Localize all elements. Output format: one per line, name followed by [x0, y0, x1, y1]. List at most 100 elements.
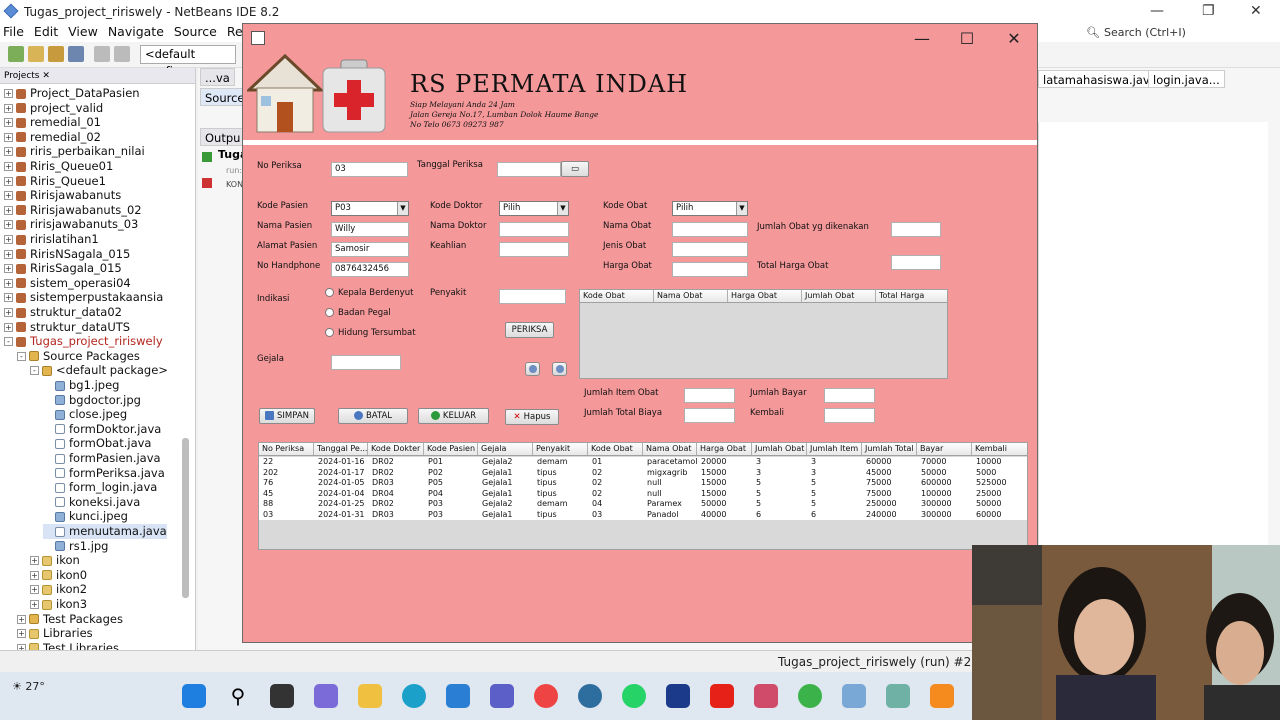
column-header[interactable]: Kembali	[972, 443, 1027, 455]
file-explorer-icon[interactable]	[358, 684, 382, 708]
nama-dokter-field[interactable]	[499, 222, 569, 237]
menu-edit[interactable]: Edit	[34, 24, 58, 42]
close-icon[interactable]: ✕	[1250, 3, 1262, 19]
expand-icon[interactable]: +	[4, 278, 13, 288]
menu-view[interactable]: View	[68, 24, 98, 42]
tree-item[interactable]: + Riris_Queue1	[4, 174, 106, 189]
tree-item[interactable]: + Riris_Queue01	[4, 159, 113, 174]
tree-item[interactable]: kunci.jpeg	[43, 509, 128, 524]
tree-item[interactable]: + Test Packages	[17, 612, 123, 627]
jumlah-item-obat-field[interactable]	[684, 388, 735, 403]
tree-item[interactable]: formDoktor.java	[43, 422, 161, 437]
chat-icon[interactable]	[314, 684, 338, 708]
tree-item[interactable]: + ririslatihan1	[4, 232, 99, 247]
jumlah-obat-field[interactable]	[891, 222, 941, 237]
expand-icon[interactable]: +	[4, 293, 13, 303]
kode-obat-select[interactable]: Pilih ▼	[672, 201, 748, 216]
chrome-icon[interactable]	[534, 684, 558, 708]
tab-login[interactable]: login.java...	[1148, 70, 1225, 88]
save-all-icon[interactable]	[68, 46, 84, 62]
edge-icon[interactable]	[402, 684, 426, 708]
expand-icon[interactable]: +	[17, 614, 26, 624]
batal-button[interactable]: BATAL	[338, 408, 408, 424]
app-minimize-icon[interactable]: —	[907, 29, 937, 48]
expand-icon[interactable]: +	[4, 308, 13, 317]
expand-icon[interactable]: +	[4, 103, 13, 113]
tree-item[interactable]: + struktur_dataUTS	[4, 320, 130, 335]
start-icon[interactable]	[182, 684, 206, 708]
expand-icon[interactable]: +	[30, 556, 39, 566]
new-file-icon[interactable]	[28, 46, 44, 62]
undo-icon[interactable]	[94, 46, 110, 62]
tree-item[interactable]: + RirisSagala_015	[4, 261, 122, 276]
app-close-icon[interactable]: ✕	[999, 29, 1029, 48]
tree-item[interactable]: + sistem_operasi04	[4, 276, 131, 291]
remove-item-button[interactable]	[552, 362, 567, 376]
expand-icon[interactable]: +	[4, 249, 13, 259]
table-row[interactable]: 202 2024-01-17 DR02 P02 Gejala1 tipus 02 migxag…	[259, 468, 1027, 479]
tanggal-periksa-field[interactable]	[497, 162, 561, 177]
harga-obat-field[interactable]	[672, 262, 748, 277]
column-header[interactable]: Harga Obat	[697, 443, 752, 455]
expand-icon[interactable]: +	[4, 147, 13, 157]
expand-icon[interactable]: +	[4, 322, 13, 332]
youtube-icon[interactable]	[710, 684, 734, 708]
jumlah-bayar-field[interactable]	[824, 388, 875, 403]
column-header[interactable]: Jumlah Item	[807, 443, 862, 455]
expand-icon[interactable]: +	[4, 89, 13, 98]
expand-icon[interactable]: +	[30, 585, 39, 595]
loader-icon[interactable]	[798, 684, 822, 708]
simpan-button[interactable]: SIMPAN	[259, 408, 315, 424]
expand-icon[interactable]: +	[4, 118, 13, 128]
kembali-field[interactable]	[824, 408, 875, 423]
whatsapp-icon[interactable]	[622, 684, 646, 708]
table-row[interactable]: 22 2024-01-16 DR02 P01 Gejala2 demam 01 paracet…	[259, 457, 1027, 468]
table-row[interactable]: 88 2024-01-25 DR02 P03 Gejala2 demam 04 Paramex…	[259, 499, 1027, 510]
column-header[interactable]: Total Harga	[876, 290, 947, 302]
expand-icon[interactable]: +	[4, 176, 13, 186]
tree-item[interactable]: close.jpeg	[43, 407, 127, 422]
tree-item[interactable]: + project_valid	[4, 101, 103, 116]
column-header[interactable]: Kode Pasien	[424, 443, 478, 455]
tab-datamahasiswa[interactable]: latamahasiswa.java	[1038, 70, 1162, 88]
expand-icon[interactable]: +	[4, 132, 13, 142]
collapse-icon[interactable]: -	[17, 351, 26, 361]
alamat-pasien-field[interactable]: Samosir	[331, 242, 409, 257]
table-row[interactable]: 45 2024-01-04 DR04 P04 Gejala1 tipus 02 null 150…	[259, 489, 1027, 500]
config-select[interactable]: <default confi...	[140, 45, 236, 78]
date-picker-button[interactable]: ▭	[561, 161, 589, 177]
column-header[interactable]: Tanggal Pe...	[314, 443, 368, 455]
expand-icon[interactable]: +	[4, 162, 13, 171]
radio-badan-pegal[interactable]	[325, 308, 334, 317]
search-app-icon[interactable]	[578, 684, 602, 708]
tree-item[interactable]: formObat.java	[43, 436, 151, 451]
expand-icon[interactable]: +	[4, 264, 13, 274]
gejala-field[interactable]	[331, 355, 401, 370]
keluar-button[interactable]: KELUAR	[418, 408, 489, 424]
nama-obat-field[interactable]	[672, 222, 748, 237]
expand-icon[interactable]: +	[4, 235, 13, 244]
teams-icon[interactable]	[490, 684, 514, 708]
tree-item[interactable]: rs1.jpg	[43, 539, 109, 554]
tree-item[interactable]: bg1.jpeg	[43, 378, 119, 393]
tree-item[interactable]: + Ririsjawabanuts_02	[4, 203, 142, 218]
kode-pasien-select[interactable]: P03 ▼	[331, 201, 409, 216]
column-header[interactable]: No Periksa	[259, 443, 314, 455]
column-header[interactable]: Nama Obat	[654, 290, 728, 302]
tree-item[interactable]: formPeriksa.java	[43, 466, 165, 481]
tree-item[interactable]: + Libraries	[17, 626, 93, 641]
column-header[interactable]: Kode Obat	[588, 443, 643, 455]
expand-icon[interactable]: +	[4, 205, 13, 215]
tree-item[interactable]: + RirisNSagala_015	[4, 247, 130, 262]
penyakit-field[interactable]	[499, 289, 566, 304]
editor-tab-java[interactable]: ...va	[200, 68, 235, 86]
tree-item[interactable]: - Tugas_project_ririswely	[4, 334, 163, 349]
xampp-icon[interactable]	[930, 684, 954, 708]
tree-item[interactable]: + ikon3	[30, 597, 87, 612]
redo-icon[interactable]	[114, 46, 130, 62]
no-handphone-field[interactable]: 0876432456	[331, 262, 409, 277]
tree-item[interactable]: - <default package>	[30, 363, 168, 378]
rerun-icon[interactable]	[202, 152, 212, 162]
column-header[interactable]: Kode Obat	[580, 290, 654, 302]
tree-item[interactable]: + Test Libraries	[17, 641, 119, 650]
